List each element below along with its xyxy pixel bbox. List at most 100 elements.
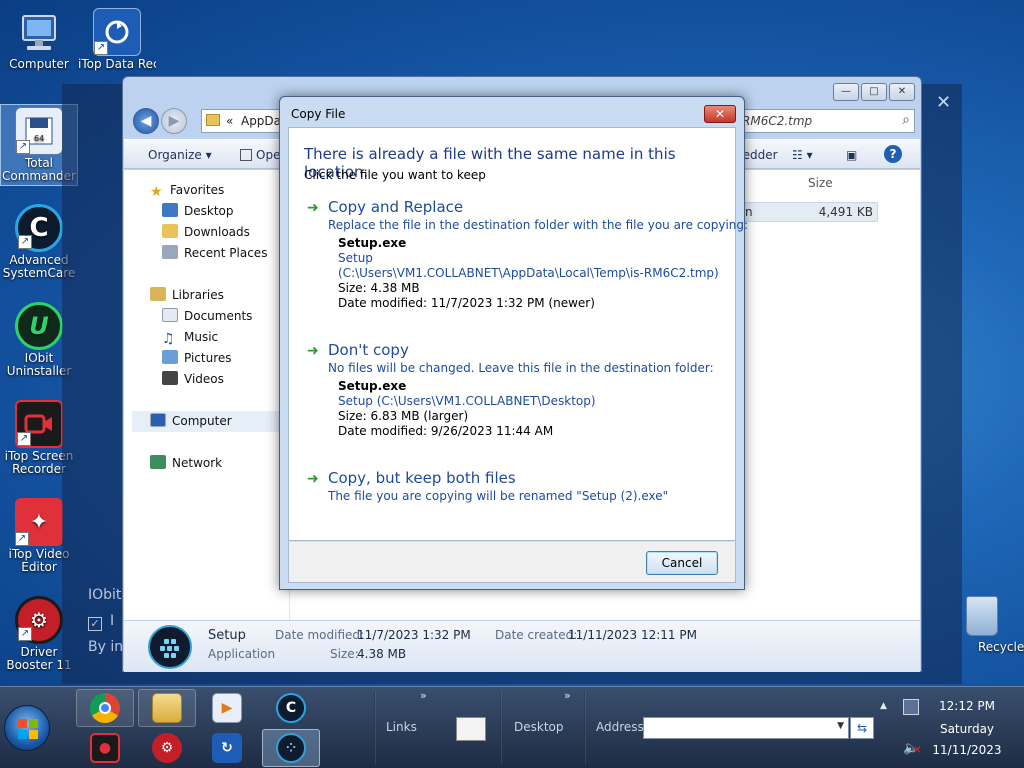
details-type: Application — [208, 647, 276, 661]
volume-muted-icon[interactable]: 🔈 ✕ — [903, 741, 921, 756]
forward-button[interactable]: ▶ — [161, 108, 187, 134]
address-input[interactable]: ▼ — [643, 717, 849, 739]
desktop: Computer ↗ iTop Data Recov... 64 ↗ Total… — [0, 0, 1024, 686]
shortcut-arrow-icon: ↗ — [18, 627, 32, 641]
explorer-caption-buttons: — □ ✕ — [833, 83, 915, 101]
shortcut-arrow-icon: ↗ — [16, 140, 30, 154]
organize-button[interactable]: Organize ▾ — [148, 148, 212, 162]
folder-icon — [152, 693, 182, 723]
driver-booster-icon: ⚙ — [152, 733, 182, 763]
start-button[interactable] — [4, 705, 50, 751]
file-row-size: 4,491 KB — [818, 205, 873, 219]
open-button[interactable]: Ope — [240, 148, 280, 162]
clock-day[interactable]: Saturday — [930, 722, 1004, 736]
back-button[interactable]: ◀ — [133, 108, 159, 134]
option-description: Replace the file in the destination fold… — [328, 218, 749, 232]
links-toolbar-chevron[interactable]: » — [420, 689, 427, 702]
favorites-star-icon: ★ — [150, 184, 163, 200]
itop-data-recovery-icon: ↗ — [93, 8, 141, 56]
taskbar-setup-app[interactable]: ⁘ — [262, 729, 320, 767]
details-pane: Setup Application Date modified: 11/7/20… — [124, 620, 920, 672]
clock-time[interactable]: 12:12 PM — [930, 699, 1004, 713]
file-date-modified: Date modified: 11/7/2023 1:32 PM (newer) — [338, 296, 595, 310]
icon-dot — [160, 646, 165, 651]
desktop-icon-recycle-bin[interactable]: Recycle Bin — [940, 596, 1024, 654]
computer-icon — [15, 8, 63, 56]
icon-dot — [167, 646, 172, 651]
taskbar: ▶ C ● ⚙ ↻ ⁘ » Links » Desktop Address ▼ … — [0, 686, 1024, 768]
taskbar-itop-screen-recorder[interactable]: ● — [76, 729, 134, 767]
taskbar-media-app[interactable]: ▶ — [198, 689, 256, 727]
file-name: Setup.exe — [338, 236, 407, 250]
advanced-systemcare-icon: C — [276, 693, 306, 723]
background-checkbox[interactable]: ✓ — [88, 617, 102, 631]
driver-booster-icon: ⚙ ↗ — [15, 596, 63, 644]
taskbar-separator — [500, 691, 502, 765]
desktop-icon-itop-data-recovery[interactable]: ↗ iTop Data Recov... — [78, 8, 156, 71]
nav-label: Libraries — [172, 288, 224, 302]
cancel-button[interactable]: Cancel — [646, 551, 718, 575]
shortcut-arrow-icon: ↗ — [94, 41, 108, 55]
taskbar-advanced-systemcare[interactable]: C — [262, 689, 320, 727]
close-button[interactable]: ✕ — [889, 83, 915, 101]
option-dont-copy[interactable]: ➜ Don't copy No files will be changed. L… — [307, 341, 727, 438]
desktop-toolbar-chevron[interactable]: » — [564, 689, 571, 702]
address-go-icon[interactable]: ⇆ — [850, 717, 874, 739]
maximize-button[interactable]: □ — [861, 83, 887, 101]
taskbar-itop-data-recovery[interactable]: ↻ — [198, 729, 256, 767]
dialog-close-button[interactable]: ✕ — [704, 105, 736, 123]
help-icon[interactable]: ? — [884, 145, 902, 163]
notepad-icon[interactable] — [456, 717, 486, 741]
shortcut-arrow-icon: ↗ — [18, 235, 32, 249]
taskbar-windows-explorer[interactable] — [138, 689, 196, 727]
desktop-toolbar-label[interactable]: Desktop — [514, 720, 564, 734]
details-date-modified: 11/7/2023 1:32 PM — [357, 628, 471, 642]
chrome-center-dot — [99, 702, 111, 714]
taskbar-separator — [584, 691, 586, 765]
chevron-down-icon[interactable]: ▼ — [837, 721, 844, 731]
file-size: Size: 4.38 MB — [338, 281, 420, 295]
address-overflow-chevron[interactable]: « — [226, 114, 233, 128]
open-label: Ope — [256, 148, 281, 162]
nav-computer[interactable]: Computer — [132, 411, 298, 432]
links-toolbar-label[interactable]: Links — [386, 720, 417, 734]
background-text-line: IObit — [88, 587, 122, 603]
address-tail: RM6C2.tmp — [742, 114, 813, 128]
background-close-icon[interactable]: ✕ — [936, 92, 951, 113]
taskbar-driver-booster[interactable]: ⚙ — [138, 729, 196, 767]
file-row[interactable]: n 4,491 KB — [744, 202, 878, 222]
recycle-bin-icon — [966, 596, 998, 636]
icon-dot — [164, 639, 169, 644]
copy-file-dialog: Copy File ✕ There is already a file with… — [279, 96, 748, 590]
details-name: Setup — [208, 628, 246, 643]
media-player-icon: ▶ — [212, 693, 242, 723]
show-hidden-icons-icon[interactable]: ▲ — [880, 701, 887, 711]
dialog-footer: Cancel — [288, 541, 736, 583]
itop-data-recovery-icon: ↻ — [212, 733, 242, 763]
option-keep-both[interactable]: ➜ Copy, but keep both files The file you… — [307, 469, 727, 509]
search-icon[interactable]: ⌕ — [902, 112, 910, 128]
size-column-header[interactable]: Size — [808, 176, 833, 190]
clock-date[interactable]: 11/11/2023 — [930, 743, 1004, 757]
view-options-icon[interactable]: ☷ ▾ — [792, 148, 813, 162]
shortcut-arrow-icon: ↗ — [17, 432, 31, 446]
windows-logo-icon — [18, 719, 38, 739]
details-date-created-label: Date created: — [495, 628, 578, 642]
navigation-pane: ★ Favorites Desktop Downloads Recent Plac… — [124, 170, 298, 620]
taskbar-separator — [374, 691, 376, 765]
chrome-icon — [90, 693, 120, 723]
details-size-label: Size: — [330, 647, 359, 661]
file-path: Setup (C:\Users\VM1.COLLABNET\Desktop) — [338, 394, 596, 408]
option-title: Don't copy — [328, 341, 409, 359]
nav-label: Favorites — [170, 183, 225, 197]
desktop-icon-label: Recycle Bin — [978, 640, 1024, 654]
nav-label: Desktop — [184, 204, 234, 218]
file-path: Setup — [338, 251, 373, 265]
minimize-button[interactable]: — — [833, 83, 859, 101]
desktop-icon-computer[interactable]: Computer — [0, 8, 78, 71]
taskbar-chrome[interactable] — [76, 689, 134, 727]
network-icon — [150, 455, 166, 469]
network-tray-icon[interactable] — [903, 699, 919, 715]
option-copy-and-replace[interactable]: ➜ Copy and Replace Replace the file in t… — [307, 198, 748, 310]
preview-pane-icon[interactable]: ▣ — [846, 148, 857, 162]
